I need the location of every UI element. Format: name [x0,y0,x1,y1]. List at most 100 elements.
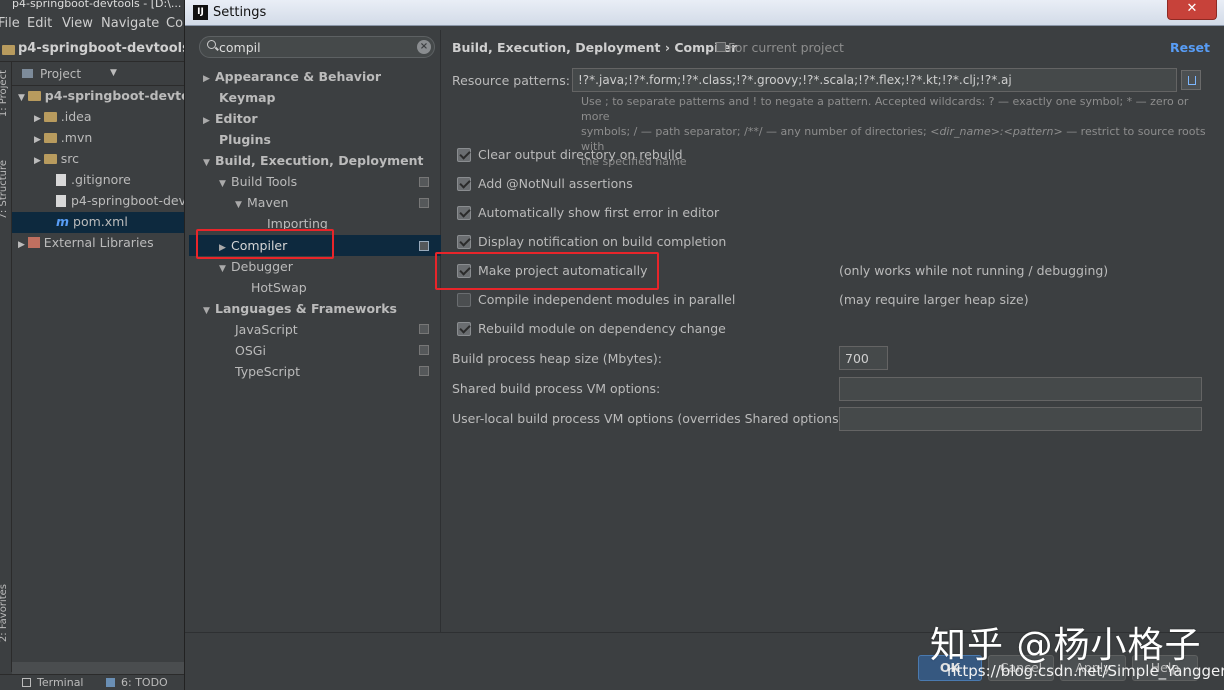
checkbox-label: Add @NotNull assertions [478,176,633,191]
project-name[interactable]: p4-springboot-devtools [18,41,190,56]
nav-item-plugins[interactable]: Plugins [219,129,271,150]
tree-item-label: External Libraries [43,235,154,250]
project-scope-icon [716,42,726,52]
project-panel-header: Project ▼ [12,62,184,86]
local-vm-options-input[interactable] [839,407,1202,431]
checkbox[interactable] [457,148,471,162]
nav-item-label: Maven [247,195,289,210]
nav-item-build-tools[interactable]: ▼ Build Tools [219,171,297,192]
dialog-title: Settings [213,5,267,20]
checkbox[interactable] [457,322,471,336]
nav-item-label: HotSwap [251,280,307,295]
nav-item-maven[interactable]: ▼ Maven [235,192,288,213]
ide-window-title: p4-springboot-devtools - [D:\... [12,0,182,10]
settings-search-box[interactable]: × [199,36,435,58]
intellij-logo-icon: IJ [193,5,208,20]
project-tree-item[interactable]: ▼ p4-springboot-devto [18,88,190,103]
menu-code[interactable]: Co [166,16,183,31]
project-tree-item[interactable]: ▶ .mvn [34,130,92,145]
checkbox[interactable] [457,177,471,191]
checkbox[interactable] [457,206,471,220]
nav-item-typescript[interactable]: TypeScript [235,361,300,382]
nav-item-editor[interactable]: ▶ Editor [203,108,258,129]
nav-item-appearance-behavior[interactable]: ▶ Appearance & Behavior [203,66,381,87]
nav-item-label: OSGi [235,343,266,358]
menu-edit[interactable]: Edit [27,16,52,31]
project-tree-item[interactable]: ▶ .idea [34,109,92,124]
nav-item-build-execution-deployment[interactable]: ▼ Build, Execution, Deployment [203,150,423,171]
heap-size-input[interactable] [839,346,888,370]
clear-search-icon[interactable]: × [417,40,431,54]
shared-vm-options-input[interactable] [839,377,1202,401]
project-tree-item[interactable]: .gitignore [56,172,131,187]
ide-project-bar: p4-springboot-devtools [0,38,190,62]
structure-tool-tab[interactable]: 7: Structure [0,160,9,219]
tree-item-label: .mvn [60,130,93,145]
chevron-right-icon: ▶ [203,74,210,84]
checkbox-label: Compile independent modules in parallel [478,292,736,307]
close-button[interactable]: ✕ [1167,0,1217,20]
compile-parallel-note: (may require larger heap size) [839,292,1029,307]
favorites-tool-tab[interactable]: 2: Favorites [0,584,9,642]
dialog-titlebar[interactable]: IJ Settings ✕ [185,0,1224,26]
terminal-tab[interactable]: Terminal [37,676,84,689]
nav-item-debugger[interactable]: ▼ Debugger [219,256,293,277]
scope-label: For current project [728,40,844,55]
expand-field-button[interactable] [1181,70,1201,90]
nav-item-label: Importing [267,216,328,231]
shared-vm-options-label: Shared build process VM options: [452,381,661,396]
project-tree-item[interactable]: m pom.xml [56,214,128,229]
checkbox-label: Display notification on build completion [478,234,727,249]
chevron-down-icon: ▼ [235,200,242,210]
project-view-icon [22,69,33,78]
nav-item-osgi[interactable]: OSGi [235,340,266,361]
nav-item-compiler[interactable]: ▶ Compiler [219,235,287,256]
project-tool-tab[interactable]: 1: Project [0,70,9,117]
project-view-label[interactable]: Project [40,67,81,81]
resource-patterns-input[interactable] [572,68,1177,92]
nav-item-keymap[interactable]: Keymap [219,87,276,108]
nav-item-hotswap[interactable]: HotSwap [251,277,307,298]
folder-icon [2,45,15,55]
local-vm-options-label: User-local build process VM options (ove… [452,411,848,426]
chevron-down-icon: ▼ [219,179,226,189]
checkbox[interactable] [457,235,471,249]
chevron-down-icon[interactable]: ▼ [110,68,117,78]
nav-item-importing[interactable]: Importing [267,213,328,234]
todo-tab[interactable]: 6: TODO [121,676,168,689]
close-icon: ✕ [1186,1,1198,16]
checkbox[interactable] [457,264,471,278]
nav-item-languages-frameworks[interactable]: ▼ Languages & Frameworks [203,298,397,319]
search-input[interactable] [219,38,409,56]
maven-icon: m [56,214,70,229]
project-tree-item[interactable]: ▶ External Libraries [18,235,154,250]
reset-link[interactable]: Reset [1170,40,1210,55]
project-tree-item[interactable]: p4-springboot-dev [56,193,184,208]
chevron-right-icon: ▶ [18,240,28,250]
checkbox[interactable] [457,293,471,307]
menu-navigate[interactable]: Navigate [101,16,159,31]
nav-item-javascript[interactable]: JavaScript [235,319,298,340]
checkbox-label: Clear output directory on rebuild [478,147,683,162]
nav-item-label: Languages & Frameworks [215,301,397,316]
heap-size-label: Build process heap size (Mbytes): [452,351,662,366]
hint-italic: <dir_name>:<pattern> [930,125,1063,138]
project-scope-icon [419,324,429,334]
project-tree-item[interactable]: ▶ src [34,151,79,166]
checkbox-label: Rebuild module on dependency change [478,321,726,336]
menu-file[interactable]: File [0,16,20,31]
chevron-down-icon: ▼ [203,158,210,168]
chevron-down-icon: ▼ [219,264,226,274]
hint-line: symbols; / — path separator; /**/ — any … [581,125,927,138]
nav-item-label: Plugins [219,132,271,147]
project-scope-icon [419,241,429,251]
make-project-note: (only works while not running / debuggin… [839,263,1109,278]
project-scope-icon [419,177,429,187]
horizontal-scrollbar[interactable] [12,662,184,674]
tree-item-label: .idea [60,109,92,124]
menu-view[interactable]: View [62,16,93,31]
settings-dialog: IJ Settings ✕ × ▶ Appearance & Behavior K… [184,0,1224,690]
nav-item-label: Build Tools [231,174,298,189]
tree-item-label: pom.xml [73,214,128,229]
resource-patterns-label: Resource patterns: [452,73,570,88]
